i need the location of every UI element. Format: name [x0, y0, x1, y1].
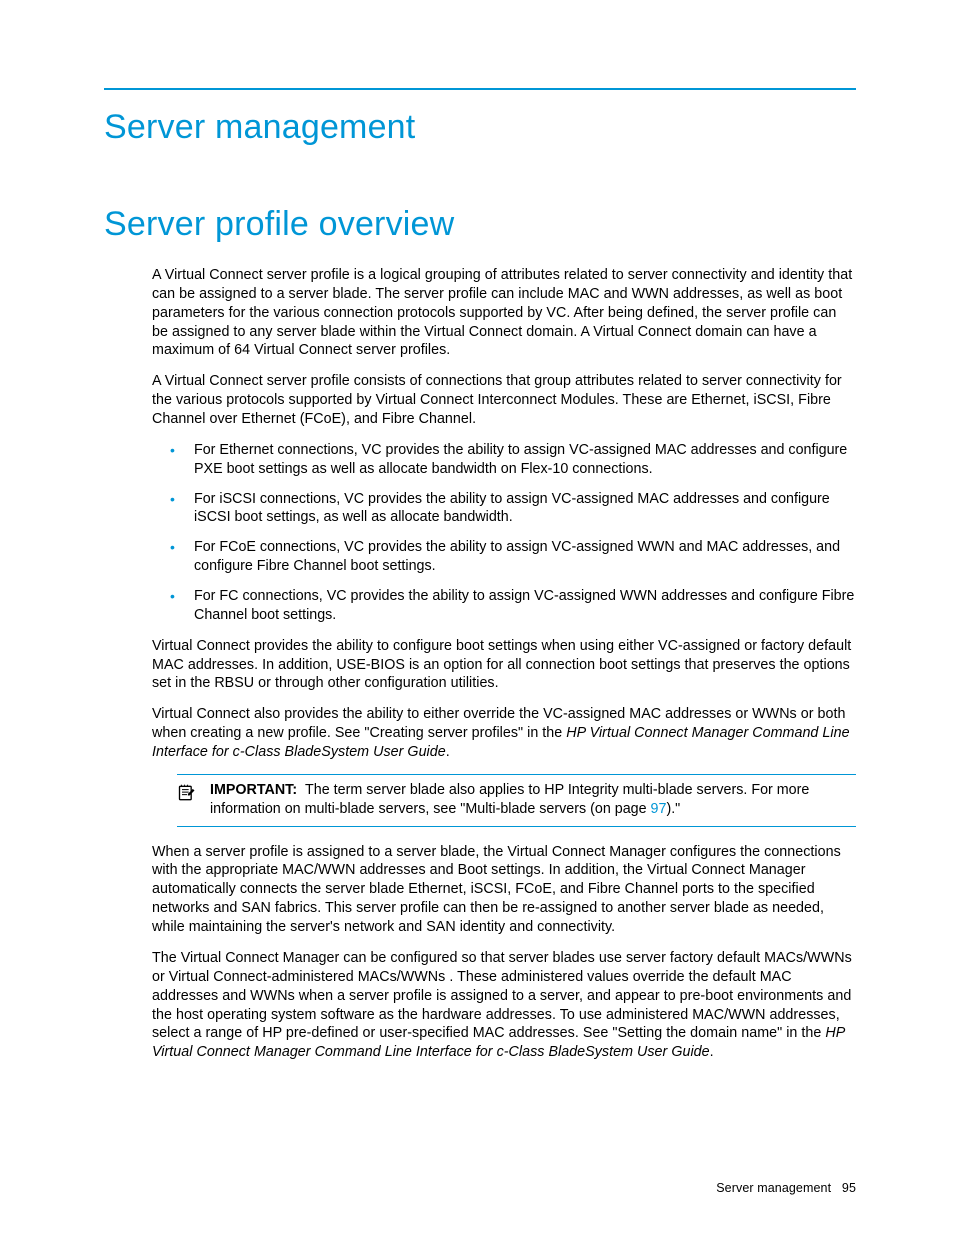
bullet-list: For Ethernet connections, VC provides th…	[152, 441, 856, 625]
list-item: For Ethernet connections, VC provides th…	[152, 441, 856, 479]
note-text: IMPORTANT: The term server blade also ap…	[210, 781, 856, 819]
page-link[interactable]: 97	[651, 801, 667, 817]
text: .	[710, 1044, 714, 1060]
list-item: For iSCSI connections, VC provides the a…	[152, 490, 856, 528]
important-note: IMPORTANT: The term server blade also ap…	[177, 774, 856, 827]
paragraph: When a server profile is assigned to a s…	[152, 843, 856, 937]
heading-1: Server management	[104, 108, 856, 147]
top-rule	[104, 88, 856, 90]
paragraph: Virtual Connect provides the ability to …	[152, 637, 856, 694]
footer-section: Server management	[716, 1181, 831, 1195]
footer-page-number: 95	[842, 1181, 856, 1195]
heading-2: Server profile overview	[104, 205, 856, 244]
text: .	[446, 744, 450, 760]
page-footer: Server management 95	[716, 1181, 856, 1195]
list-item: For FC connections, VC provides the abil…	[152, 587, 856, 625]
note-label: IMPORTANT:	[210, 782, 297, 798]
paragraph: A Virtual Connect server profile is a lo…	[152, 266, 856, 360]
body-column: A Virtual Connect server profile is a lo…	[152, 266, 856, 1062]
paragraph: A Virtual Connect server profile consist…	[152, 372, 856, 429]
text: The Virtual Connect Manager can be confi…	[152, 950, 852, 1041]
page: Server management Server profile overvie…	[0, 0, 954, 1235]
text: )."	[666, 801, 680, 817]
paragraph: The Virtual Connect Manager can be confi…	[152, 949, 856, 1062]
text: The term server blade also applies to HP…	[210, 782, 809, 817]
note-icon	[177, 781, 197, 808]
paragraph: Virtual Connect also provides the abilit…	[152, 705, 856, 762]
list-item: For FCoE connections, VC provides the ab…	[152, 538, 856, 576]
